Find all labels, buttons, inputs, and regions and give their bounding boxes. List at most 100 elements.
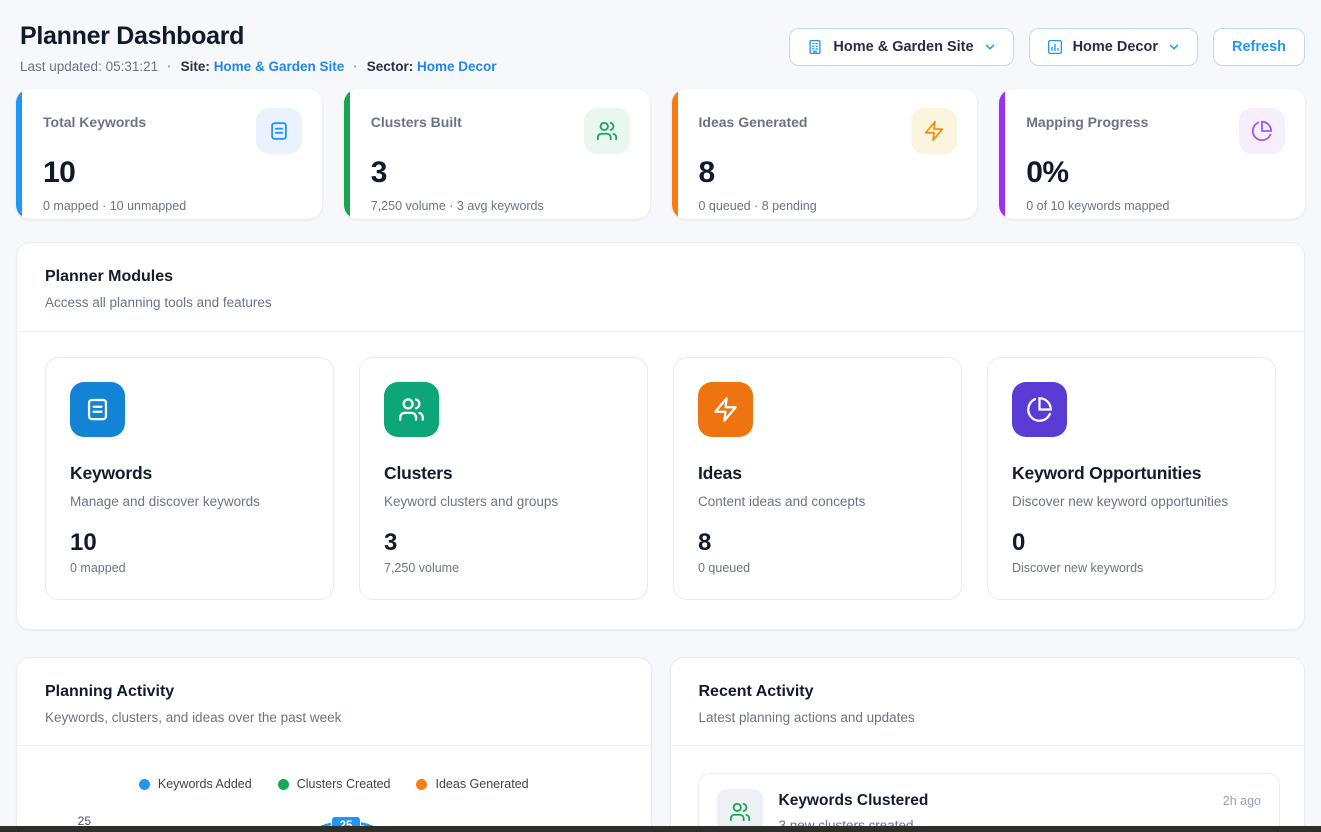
meta-separator: · (167, 59, 172, 74)
users-icon (384, 382, 439, 437)
module-value: 0 (1012, 529, 1251, 557)
site-link[interactable]: Home & Garden Site (214, 59, 345, 74)
stat-value: 8 (699, 156, 958, 190)
sector-meta: Sector: Home Decor (367, 59, 497, 74)
recent-activity-header: Recent Activity Latest planning actions … (671, 658, 1305, 745)
module-subtext: Discover new keywords (1012, 561, 1251, 575)
legend-dot-icon (139, 779, 150, 790)
module-card-keyword-opportunities[interactable]: Keyword Opportunities Discover new keywo… (987, 357, 1276, 600)
site-selector-dropdown[interactable]: Home & Garden Site (789, 28, 1013, 66)
pie-chart-icon (1239, 108, 1285, 154)
module-title: Clusters (384, 463, 623, 484)
stat-card-ideas-generated: Ideas Generated 8 0 queued · 8 pending (672, 89, 978, 219)
chevron-down-icon (1167, 40, 1181, 54)
module-title: Ideas (698, 463, 937, 484)
legend-label: Ideas Generated (435, 777, 528, 791)
last-updated-label: Last updated: (20, 59, 102, 74)
bar-chart-icon (1046, 38, 1064, 56)
sector-label: Sector: (367, 59, 414, 74)
refresh-button[interactable]: Refresh (1213, 28, 1305, 66)
bottom-edge-bar (0, 826, 1321, 832)
planning-activity-card: Planning Activity Keywords, clusters, an… (16, 657, 652, 832)
planner-modules-panel: Planner Modules Access all planning tool… (16, 242, 1305, 630)
divider (671, 745, 1305, 746)
stat-card-total-keywords: Total Keywords 10 0 mapped · 10 unmapped (16, 89, 322, 219)
recent-activity-card: Recent Activity Latest planning actions … (670, 657, 1306, 832)
chart-legend: Keywords Added Clusters Created Ideas Ge… (17, 777, 651, 791)
accent-bar (672, 89, 678, 219)
site-selector-label: Home & Garden Site (833, 39, 973, 55)
sector-link[interactable]: Home Decor (417, 59, 497, 74)
page-header: Planner Dashboard Last updated: 05:31:21… (0, 0, 1321, 74)
planning-activity-title: Planning Activity (45, 683, 623, 701)
accent-bar (999, 89, 1005, 219)
stat-value: 10 (43, 156, 302, 190)
stat-subtext: 0 queued · 8 pending (699, 199, 958, 213)
accent-bar (344, 89, 350, 219)
lightning-icon (698, 382, 753, 437)
module-value: 8 (698, 529, 937, 557)
sector-selector-dropdown[interactable]: Home Decor (1029, 28, 1198, 66)
legend-item-ideas-generated[interactable]: Ideas Generated (416, 777, 528, 791)
meta-separator: · (353, 59, 358, 74)
modules-grid: Keywords Manage and discover keywords 10… (17, 332, 1304, 629)
last-updated-value: 05:31:21 (106, 59, 159, 74)
stat-value: 0% (1026, 156, 1285, 190)
site-label: Site: (181, 59, 210, 74)
stat-value: 3 (371, 156, 630, 190)
planner-dashboard-page: Planner Dashboard Last updated: 05:31:21… (0, 0, 1321, 832)
building-icon (806, 38, 824, 56)
stat-subtext: 7,250 volume · 3 avg keywords (371, 199, 630, 213)
module-subtext: 0 mapped (70, 561, 309, 575)
module-title: Keyword Opportunities (1012, 463, 1251, 484)
header-controls: Home & Garden Site Home Decor Refresh (789, 28, 1305, 66)
header-meta: Last updated: 05:31:21 · Site: Home & Ga… (20, 59, 497, 74)
stat-label: Clusters Built (371, 108, 462, 130)
recent-activity-title: Recent Activity (699, 683, 1277, 701)
panel-header: Planner Modules Access all planning tool… (17, 243, 1304, 331)
module-description: Manage and discover keywords (70, 494, 309, 509)
panel-subtitle: Access all planning tools and features (45, 295, 1276, 310)
sector-selector-label: Home Decor (1073, 39, 1158, 55)
lightning-icon (911, 108, 957, 154)
stat-card-mapping-progress: Mapping Progress 0% 0 of 10 keywords map… (999, 89, 1305, 219)
legend-label: Clusters Created (297, 777, 391, 791)
accent-bar (16, 89, 22, 219)
module-card-keywords[interactable]: Keywords Manage and discover keywords 10… (45, 357, 334, 600)
last-updated-text: Last updated: 05:31:21 (20, 59, 158, 74)
legend-label: Keywords Added (158, 777, 252, 791)
bottom-row: Planning Activity Keywords, clusters, an… (16, 657, 1305, 832)
legend-dot-icon (416, 779, 427, 790)
stat-subtext: 0 mapped · 10 unmapped (43, 199, 302, 213)
module-description: Keyword clusters and groups (384, 494, 623, 509)
chevron-down-icon (983, 40, 997, 54)
panel-title: Planner Modules (45, 268, 1276, 286)
module-value: 10 (70, 529, 309, 557)
stat-label: Total Keywords (43, 108, 146, 130)
module-description: Content ideas and concepts (698, 494, 937, 509)
document-icon (70, 382, 125, 437)
module-value: 3 (384, 529, 623, 557)
stat-subtext: 0 of 10 keywords mapped (1026, 199, 1285, 213)
stat-label: Ideas Generated (699, 108, 808, 130)
activity-item-title: Keywords Clustered (779, 792, 929, 810)
activity-chart: Keywords Added Clusters Created Ideas Ge… (17, 746, 651, 832)
stat-card-clusters-built: Clusters Built 3 7,250 volume · 3 avg ke… (344, 89, 650, 219)
legend-item-keywords-added[interactable]: Keywords Added (139, 777, 252, 791)
pie-chart-icon (1012, 382, 1067, 437)
legend-item-clusters-created[interactable]: Clusters Created (278, 777, 391, 791)
header-left: Planner Dashboard Last updated: 05:31:21… (20, 22, 497, 74)
module-subtext: 0 queued (698, 561, 937, 575)
module-card-ideas[interactable]: Ideas Content ideas and concepts 8 0 que… (673, 357, 962, 600)
legend-dot-icon (278, 779, 289, 790)
module-card-clusters[interactable]: Clusters Keyword clusters and groups 3 7… (359, 357, 648, 600)
recent-activity-subtitle: Latest planning actions and updates (699, 710, 1277, 725)
stat-cards-row: Total Keywords 10 0 mapped · 10 unmapped… (16, 89, 1305, 219)
planning-activity-subtitle: Keywords, clusters, and ideas over the p… (45, 710, 623, 725)
document-icon (256, 108, 302, 154)
page-title: Planner Dashboard (20, 22, 497, 51)
activity-feed-item: Keywords Clustered 2h ago 3 new clusters… (698, 773, 1281, 832)
module-subtext: 7,250 volume (384, 561, 623, 575)
stat-label: Mapping Progress (1026, 108, 1148, 130)
planning-activity-header: Planning Activity Keywords, clusters, an… (17, 658, 651, 745)
